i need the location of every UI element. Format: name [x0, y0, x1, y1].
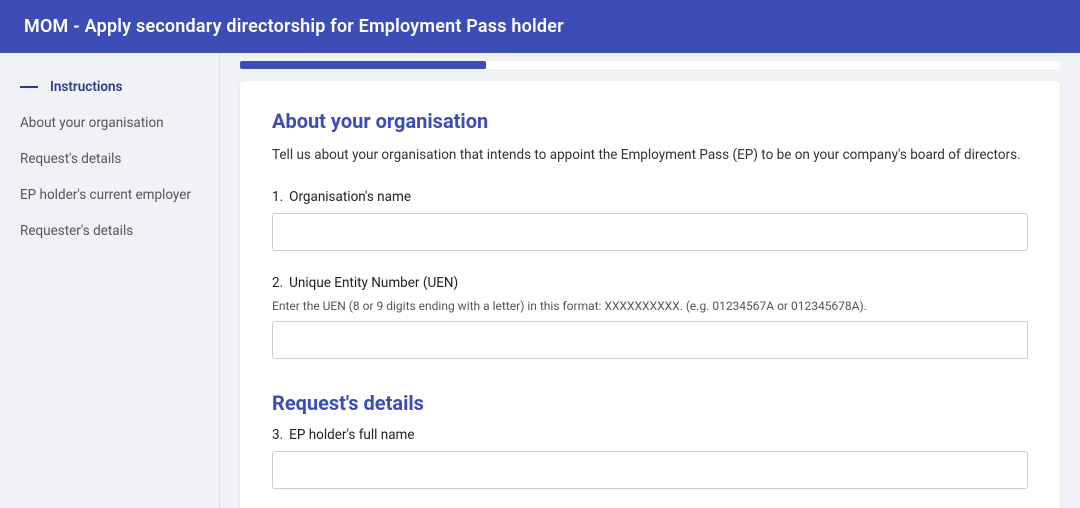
field-label-text: Organisation's name [289, 189, 411, 205]
sidebar-item-label: Requester's details [20, 223, 133, 239]
ep-fullname-label: 3. EP holder's full name [272, 427, 1028, 443]
field-number-1: 1. [272, 189, 283, 205]
about-org-description: Tell us about your organisation that int… [272, 145, 1028, 165]
about-org-title: About your organisation [272, 109, 1028, 133]
page-header: MOM - Apply secondary directorship for E… [0, 0, 1080, 53]
field-label-text: Unique Entity Number (UEN) [289, 275, 458, 291]
org-name-field: 1. Organisation's name [272, 189, 1028, 251]
field-number-2: 2. [272, 275, 283, 291]
sidebar-item-label: About your organisation [20, 115, 164, 131]
uen-label: 2. Unique Entity Number (UEN) [272, 275, 1028, 291]
ep-fullname-input[interactable] [272, 451, 1028, 489]
sidebar-item-label: EP holder's current employer [20, 187, 191, 203]
about-org-section: About your organisation Tell us about yo… [272, 109, 1028, 359]
content-area: About your organisation Tell us about yo… [220, 53, 1080, 508]
uen-field: 2. Unique Entity Number (UEN) Enter the … [272, 275, 1028, 359]
sidebar-item-requester-details[interactable]: Requester's details [0, 213, 219, 249]
sidebar: Instructions About your organisation Req… [0, 53, 220, 508]
requests-details-title: Request's details [272, 391, 1028, 415]
page-title: MOM - Apply secondary directorship for E… [24, 16, 564, 37]
uen-input[interactable] [272, 321, 1028, 359]
sidebar-item-instructions[interactable]: Instructions [0, 69, 219, 105]
sidebar-item-requests-details[interactable]: Request's details [0, 141, 219, 177]
form-card: About your organisation Tell us about yo… [240, 81, 1060, 508]
progress-bar-container [240, 61, 1060, 69]
requests-details-section: Request's details 3. EP holder's full na… [272, 383, 1028, 489]
sidebar-item-ep-employer[interactable]: EP holder's current employer [0, 177, 219, 213]
org-name-label: 1. Organisation's name [272, 189, 1028, 205]
org-name-input[interactable] [272, 213, 1028, 251]
sidebar-item-label: Instructions [50, 79, 123, 95]
uen-hint: Enter the UEN (8 or 9 digits ending with… [272, 299, 1028, 313]
main-layout: Instructions About your organisation Req… [0, 53, 1080, 508]
ep-fullname-field: 3. EP holder's full name [272, 427, 1028, 489]
field-label-text: EP holder's full name [289, 427, 414, 443]
progress-bar-fill [240, 61, 486, 69]
sidebar-item-label: Request's details [20, 151, 121, 167]
field-number-3: 3. [272, 427, 283, 443]
sidebar-item-about-org[interactable]: About your organisation [0, 105, 219, 141]
